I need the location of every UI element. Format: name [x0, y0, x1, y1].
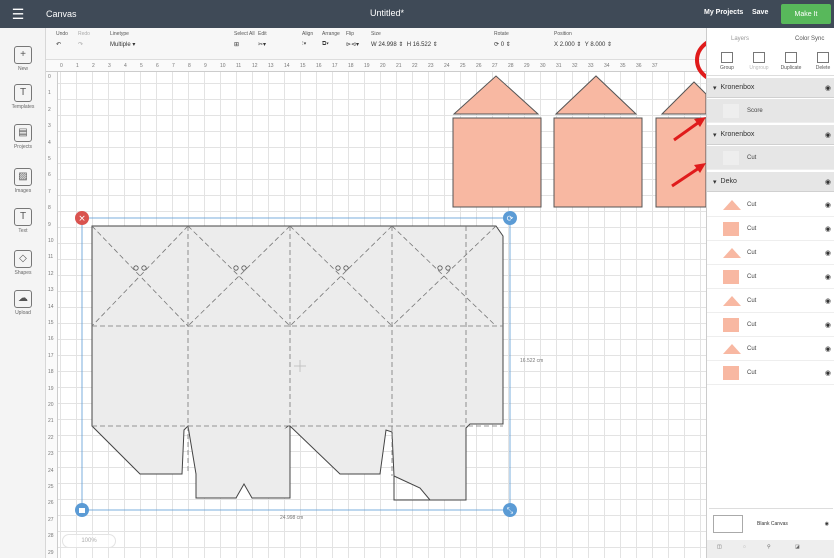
- chevron-down-icon[interactable]: ▾: [713, 178, 717, 186]
- svg-text:×: ×: [78, 214, 86, 224]
- delete-button[interactable]: Delete: [809, 52, 834, 71]
- eye-icon[interactable]: ◉: [825, 369, 831, 377]
- layer-group-name: Deko: [720, 178, 737, 185]
- kronenbox-template[interactable]: [91, 225, 504, 501]
- layer-operation-label: Cut: [747, 273, 757, 280]
- layer-thumbnail: [723, 150, 739, 165]
- eye-icon[interactable]: ◉: [825, 521, 829, 527]
- layer-operation-label: Cut: [747, 297, 757, 304]
- layer-operation-label: Cut: [747, 321, 757, 328]
- layer-item[interactable]: Cut ◉: [707, 265, 834, 289]
- layer-group[interactable]: ▾ Kronenbox ◉: [707, 78, 834, 98]
- eye-icon[interactable]: ◉: [825, 297, 831, 305]
- layer-operation-label: Score: [747, 107, 763, 114]
- layer-item[interactable]: Cut: [707, 146, 834, 170]
- layer-thumbnail: [723, 365, 739, 380]
- delete-handle[interactable]: ×: [75, 211, 89, 225]
- layer-item[interactable]: Cut ◉: [707, 289, 834, 313]
- eye-icon[interactable]: ◉: [825, 201, 831, 209]
- tool-label: Duplicate: [780, 65, 802, 71]
- blank-canvas-row[interactable]: Blank Canvas ◉: [709, 508, 833, 538]
- layer-operation-label: Cut: [747, 369, 757, 376]
- flatten-icon[interactable]: ◪: [795, 544, 800, 550]
- eye-icon[interactable]: ◉: [825, 131, 831, 139]
- eye-icon[interactable]: ◉: [825, 84, 831, 92]
- layer-operation-label: Cut: [747, 225, 757, 232]
- group-icon: [721, 52, 733, 63]
- layer-item[interactable]: Cut ◉: [707, 337, 834, 361]
- layer-item[interactable]: Cut ◉: [707, 217, 834, 241]
- layer-item[interactable]: Cut ◉: [707, 193, 834, 217]
- group-button[interactable]: Group: [713, 52, 741, 71]
- layer-operation-label: Cut: [747, 201, 757, 208]
- layer-thumbnail: [723, 103, 739, 118]
- duplicate-button[interactable]: Duplicate: [777, 52, 805, 71]
- layer-operation-label: Cut: [747, 345, 757, 352]
- resize-handle[interactable]: ⤡: [503, 503, 517, 517]
- layer-operation-label: Cut: [747, 249, 757, 256]
- tool-label: Group: [720, 65, 734, 71]
- layer-operation-label: Cut: [747, 154, 757, 161]
- layer-actions-bar: ◫ ◌ ⚲ ◪: [707, 540, 834, 558]
- zoom-indicator[interactable]: 100%: [62, 534, 116, 548]
- width-dimension-label: 24.998 cm: [280, 515, 304, 521]
- eye-icon[interactable]: ◉: [825, 321, 831, 329]
- layer-thumbnail: [723, 221, 739, 236]
- chevron-down-icon[interactable]: ▾: [713, 131, 717, 139]
- layer-item[interactable]: Cut ◉: [707, 361, 834, 385]
- weld-icon[interactable]: ◌: [743, 544, 746, 550]
- tab-color-sync[interactable]: Color Sync: [795, 36, 824, 42]
- ungroup-icon: [753, 52, 765, 63]
- svg-text:⟳: ⟳: [507, 214, 514, 223]
- height-dimension-label: 16.522 cm: [520, 358, 544, 364]
- deko-shapes[interactable]: [452, 75, 707, 208]
- tab-layers[interactable]: Layers: [731, 36, 749, 42]
- layer-group-name: Kronenbox: [720, 84, 755, 91]
- chevron-down-icon[interactable]: ▾: [713, 84, 717, 92]
- slice-icon[interactable]: ◫: [717, 544, 722, 550]
- lock-handle[interactable]: [75, 503, 89, 517]
- layer-thumbnail: [723, 295, 741, 306]
- blank-canvas-label: Blank Canvas: [757, 520, 788, 527]
- layer-thumbnail: [723, 269, 739, 284]
- eye-icon[interactable]: ◉: [825, 178, 831, 186]
- eye-icon[interactable]: ◉: [825, 345, 831, 353]
- delete-icon: [817, 52, 829, 63]
- tool-label: Ungroup: [749, 65, 769, 71]
- layer-group-name: Kronenbox: [720, 131, 755, 138]
- layer-item[interactable]: Cut ◉: [707, 241, 834, 265]
- ungroup-button[interactable]: Ungroup: [745, 52, 773, 71]
- tool-label: Delete: [815, 65, 831, 71]
- layers-tools: Group Ungroup Duplicate Delete: [707, 50, 834, 76]
- layer-group[interactable]: ▾ Kronenbox ◉: [707, 125, 834, 145]
- layers-panel: Layers Color Sync Group Ungroup Duplicate D…: [706, 28, 834, 558]
- layer-item[interactable]: Cut ◉: [707, 313, 834, 337]
- layer-thumbnail: [723, 317, 739, 332]
- duplicate-icon: [785, 52, 797, 63]
- rotate-handle[interactable]: ⟳: [503, 211, 517, 225]
- eye-icon[interactable]: ◉: [825, 249, 831, 257]
- eye-icon[interactable]: ◉: [825, 273, 831, 281]
- layer-item[interactable]: Score: [707, 99, 834, 123]
- layer-thumbnail: [723, 247, 741, 258]
- layer-thumbnail: [723, 199, 741, 210]
- blank-canvas-swatch: [713, 514, 743, 533]
- svg-text:⤡: ⤡: [507, 506, 514, 515]
- attach-icon[interactable]: ⚲: [767, 544, 771, 550]
- layer-thumbnail: [723, 343, 741, 354]
- layer-group[interactable]: ▾ Deko ◉: [707, 172, 834, 192]
- eye-icon[interactable]: ◉: [825, 225, 831, 233]
